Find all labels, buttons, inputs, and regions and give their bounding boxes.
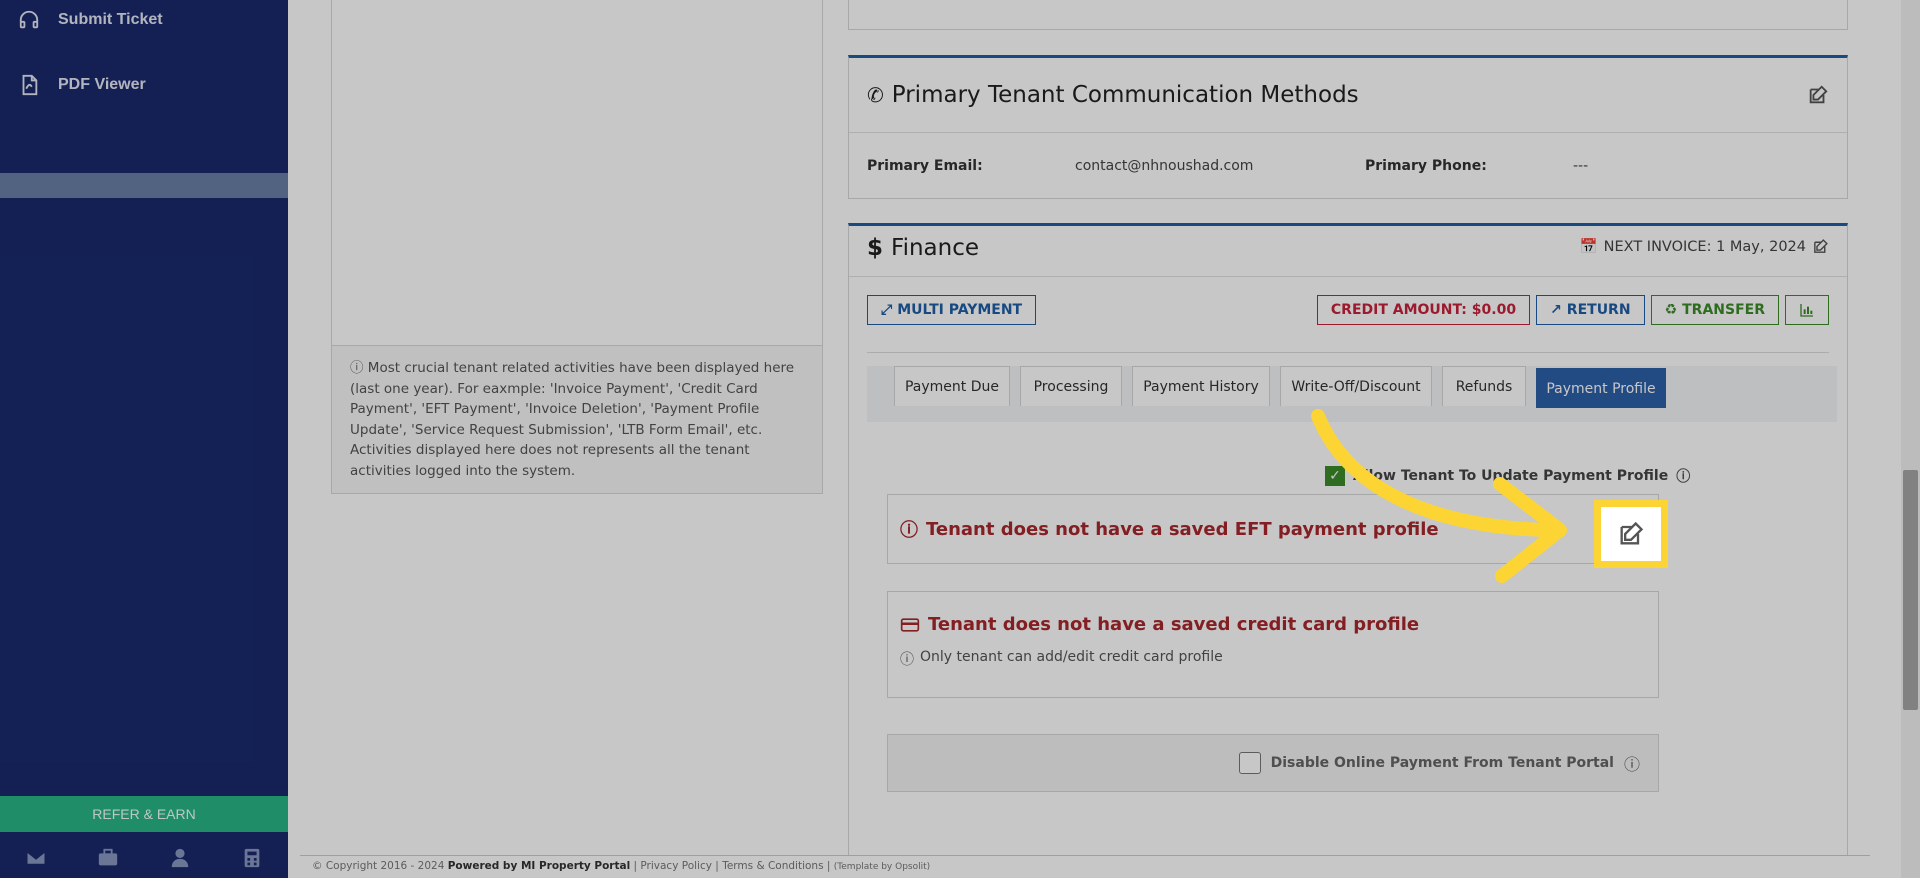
sidebar-bottom-toolbar bbox=[0, 838, 288, 878]
disable-online-payment-box: Disable Online Payment From Tenant Porta… bbox=[887, 734, 1659, 792]
mail-icon[interactable] bbox=[25, 847, 47, 869]
headset-icon bbox=[19, 10, 39, 29]
error-icon: ⓘ bbox=[900, 520, 918, 541]
disable-online-payment-checkbox[interactable] bbox=[1238, 752, 1261, 774]
expand-icon: ⤢ bbox=[881, 302, 893, 318]
tab-payment-profile[interactable]: Payment Profile bbox=[1536, 368, 1666, 408]
transfer-button[interactable]: ♻ TRANSFER bbox=[1650, 295, 1779, 325]
communication-card: ✆ Primary Tenant Communication Methods P… bbox=[848, 55, 1848, 199]
communication-card-header: ✆ Primary Tenant Communication Methods bbox=[849, 58, 1847, 133]
tab-payment-history[interactable]: Payment History bbox=[1132, 366, 1270, 406]
dollar-icon: $ bbox=[867, 235, 884, 261]
sidebar-active-item[interactable] bbox=[0, 173, 288, 198]
finance-title: $ Finance bbox=[867, 235, 980, 261]
sidebar: Submit Ticket PDF Viewer REFER & EARN bbox=[0, 0, 288, 878]
bar-chart-icon bbox=[1800, 304, 1813, 317]
info-icon: ⓘ bbox=[1623, 755, 1640, 774]
next-invoice: 📅 NEXT INVOICE: 1 May, 2024 bbox=[1580, 235, 1829, 255]
edit-icon bbox=[1620, 521, 1644, 545]
sidebar-item-label: PDF Viewer bbox=[58, 76, 146, 93]
tab-payment-due[interactable]: Payment Due bbox=[894, 366, 1010, 406]
scrollbar-thumb[interactable] bbox=[1903, 470, 1918, 710]
sidebar-item-label: Submit Ticket bbox=[58, 11, 163, 28]
finance-card-header: $ Finance 📅 NEXT INVOICE: 1 May, 2024 bbox=[849, 226, 1847, 277]
communication-title: ✆ Primary Tenant Communication Methods bbox=[867, 82, 1359, 108]
tab-refunds[interactable]: Refunds bbox=[1442, 366, 1526, 406]
finance-right-actions: CREDIT AMOUNT: $0.00 ↗ RETURN ♻ TRANSFER bbox=[1316, 295, 1829, 325]
cc-message: Tenant does not have a saved credit card… bbox=[900, 614, 1646, 635]
edit-invoice-icon[interactable] bbox=[1812, 238, 1829, 255]
activity-panel: ⓘ Most crucial tenant related activities… bbox=[331, 0, 823, 494]
info-icon: ⓘ bbox=[1676, 469, 1691, 485]
edit-eft-profile-button[interactable] bbox=[1594, 500, 1668, 568]
briefcase-icon[interactable] bbox=[97, 847, 119, 869]
allow-update-label: Allow Tenant To Update Payment Profile bbox=[1353, 468, 1669, 484]
return-button[interactable]: ↗ RETURN bbox=[1536, 295, 1645, 325]
divider bbox=[867, 352, 1829, 353]
finance-card: $ Finance 📅 NEXT INVOICE: 1 May, 2024 ⤢ … bbox=[848, 223, 1848, 855]
user-icon[interactable] bbox=[169, 847, 191, 869]
powered-by-link[interactable]: Powered by MI Property Portal bbox=[448, 860, 630, 872]
sidebar-item-pdf-viewer[interactable]: PDF Viewer bbox=[18, 74, 146, 96]
calendar-icon: 📅 bbox=[1579, 239, 1598, 255]
footer: © Copyright 2016 - 2024 Powered by MI Pr… bbox=[300, 855, 1870, 878]
card-stub bbox=[848, 0, 1848, 30]
disable-online-payment-label: Disable Online Payment From Tenant Porta… bbox=[1270, 755, 1614, 771]
phone-icon: ✆ bbox=[867, 83, 884, 107]
privacy-policy-link[interactable]: Privacy Policy bbox=[640, 860, 712, 872]
pdf-icon bbox=[22, 74, 38, 96]
credit-amount-button[interactable]: CREDIT AMOUNT: $0.00 bbox=[1316, 295, 1531, 325]
calculator-icon[interactable] bbox=[241, 847, 263, 869]
communication-row: Primary Email: contact@nhnoushad.com Pri… bbox=[849, 133, 1847, 199]
info-icon: ⓘ bbox=[900, 652, 914, 668]
finance-tabs: Payment Due Processing Payment History W… bbox=[867, 366, 1837, 422]
allow-update-row: ✓ Allow Tenant To Update Payment Profile… bbox=[1325, 466, 1690, 486]
credit-card-icon bbox=[900, 617, 920, 632]
tab-processing[interactable]: Processing bbox=[1020, 366, 1122, 406]
primary-phone-value: --- bbox=[1573, 158, 1589, 174]
main-content: ⓘ Most crucial tenant related activities… bbox=[288, 0, 1900, 878]
chart-button[interactable] bbox=[1785, 295, 1829, 325]
scrollbar-track[interactable] bbox=[1901, 0, 1920, 878]
terms-link[interactable]: Terms & Conditions bbox=[722, 860, 823, 872]
primary-phone-label: Primary Phone: bbox=[1365, 158, 1487, 174]
primary-email-value: contact@nhnoushad.com bbox=[1075, 158, 1254, 174]
sidebar-item-submit-ticket[interactable]: Submit Ticket bbox=[18, 9, 163, 31]
multi-payment-button[interactable]: ⤢ MULTI PAYMENT bbox=[867, 295, 1037, 325]
eft-message: ⓘ Tenant does not have a saved EFT payme… bbox=[900, 516, 1646, 542]
tab-write-off-discount[interactable]: Write-Off/Discount bbox=[1280, 366, 1432, 406]
activity-note: ⓘ Most crucial tenant related activities… bbox=[332, 345, 822, 493]
template-credit: (Template by Opsolit) bbox=[833, 862, 931, 872]
primary-email-label: Primary Email: bbox=[867, 158, 983, 174]
cc-note: ⓘ Only tenant can add/edit credit card p… bbox=[900, 649, 1223, 668]
edit-icon[interactable] bbox=[1807, 84, 1829, 106]
external-link-icon: ↗ bbox=[1550, 302, 1562, 318]
info-icon: ⓘ bbox=[350, 360, 364, 376]
credit-card-profile-box: Tenant does not have a saved credit card… bbox=[887, 591, 1659, 698]
eft-profile-box: ⓘ Tenant does not have a saved EFT payme… bbox=[887, 494, 1659, 564]
finance-left-actions: ⤢ MULTI PAYMENT bbox=[867, 295, 1037, 325]
refer-earn-button[interactable]: REFER & EARN bbox=[0, 796, 288, 832]
allow-update-checkbox[interactable]: ✓ bbox=[1325, 466, 1345, 486]
recycle-icon: ♻ bbox=[1664, 302, 1678, 318]
